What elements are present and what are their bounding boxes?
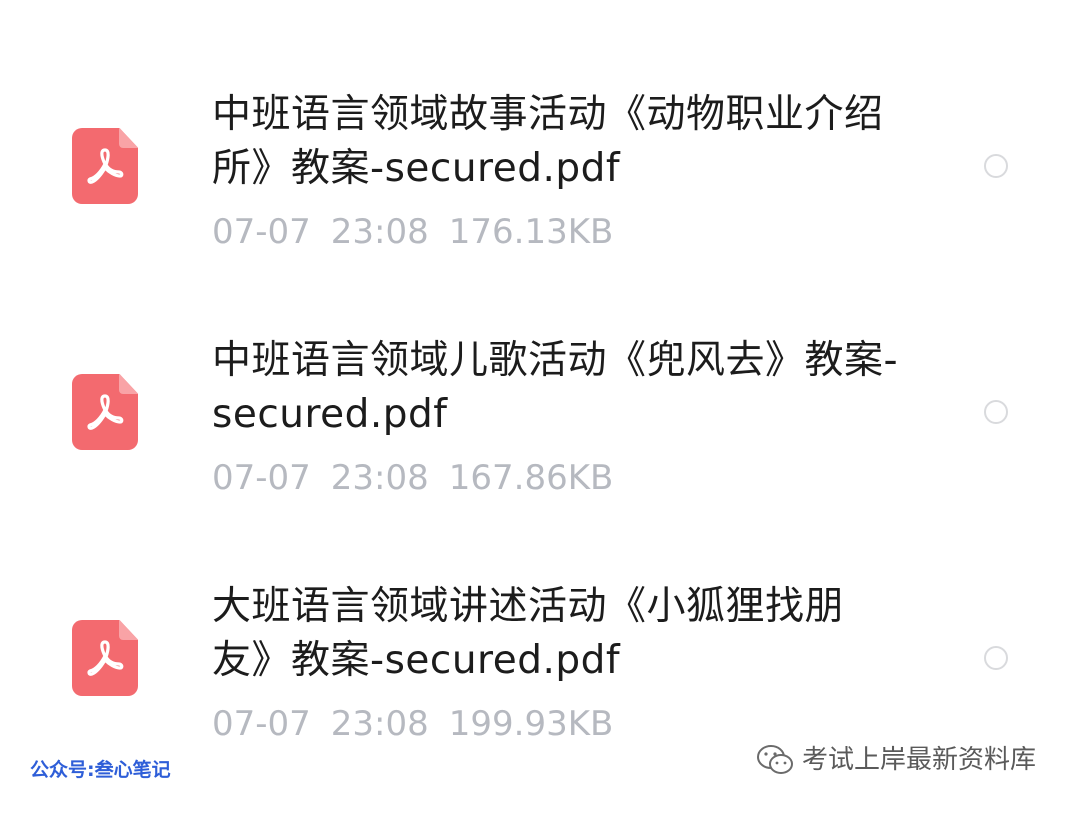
file-name[interactable]: 中班语言领域儿歌活动《兜风去》教案-secured.pdf — [212, 334, 902, 442]
file-name[interactable]: 中班语言领域故事活动《动物职业介绍所》教案-secured.pdf — [212, 88, 902, 196]
file-item[interactable]: 中班语言领域故事活动《动物职业介绍所》教案-secured.pdf 07-07 2… — [0, 82, 1080, 328]
file-size: 176.13KB — [448, 212, 614, 252]
file-item[interactable]: 中班语言领域儿歌活动《兜风去》教案-secured.pdf 07-07 23:08… — [0, 328, 1080, 574]
file-list: 中班语言领域故事活动《动物职业介绍所》教案-secured.pdf 07-07 2… — [0, 0, 1080, 760]
file-date: 07-07 — [212, 704, 311, 744]
file-meta: 07-07 23:08 167.86KB — [212, 458, 633, 498]
file-size: 167.86KB — [448, 458, 614, 498]
file-meta: 07-07 23:08 199.93KB — [212, 704, 633, 744]
file-time: 23:08 — [330, 458, 429, 498]
file-time: 23:08 — [330, 212, 429, 252]
watermark-left-text: 公众号:叁心笔记 — [30, 759, 171, 781]
file-date: 07-07 — [212, 458, 311, 498]
file-date: 07-07 — [212, 212, 311, 252]
watermark-right-text: 考试上岸最新资料库 — [802, 745, 1037, 775]
watermark-right: 考试上岸最新资料库 — [756, 742, 1036, 778]
file-name[interactable]: 大班语言领域讲述活动《小狐狸找朋友》教案-secured.pdf — [212, 580, 902, 688]
pdf-icon — [72, 620, 138, 696]
pdf-icon — [72, 374, 138, 450]
select-radio[interactable] — [984, 646, 1008, 670]
file-size: 199.93KB — [448, 704, 614, 744]
select-radio[interactable] — [984, 154, 1008, 178]
file-meta: 07-07 23:08 176.13KB — [212, 212, 633, 252]
file-time: 23:08 — [330, 704, 429, 744]
pdf-icon — [72, 128, 138, 204]
file-item[interactable]: 大班语言领域讲述活动《小狐狸找朋友》教案-secured.pdf 07-07 23… — [0, 574, 1080, 820]
wechat-icon — [757, 745, 793, 774]
select-radio[interactable] — [984, 400, 1008, 424]
